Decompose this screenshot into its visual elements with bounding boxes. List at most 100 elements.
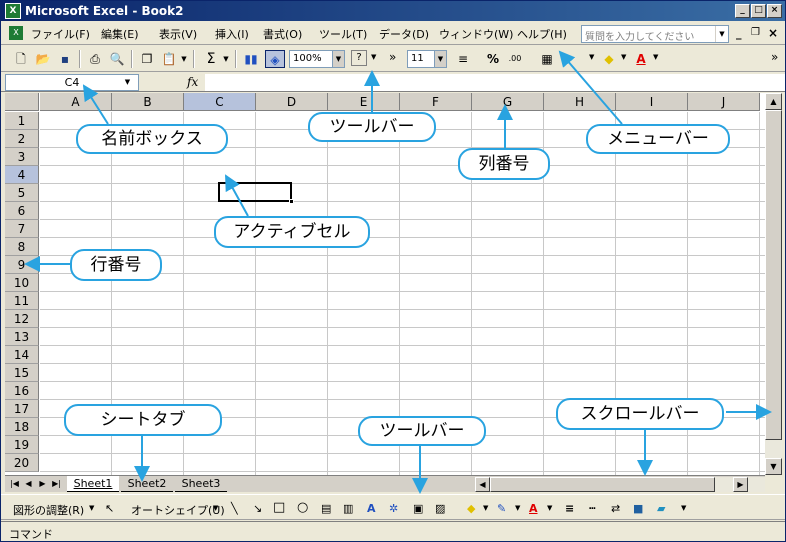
increase-decimal-icon[interactable]: .00 bbox=[505, 50, 525, 68]
chevron-down-icon[interactable]: ▼ bbox=[681, 504, 686, 512]
menu-view[interactable]: 表示(V) bbox=[159, 26, 197, 42]
row-header-14[interactable]: 14 bbox=[5, 346, 39, 364]
3d-icon[interactable]: ▰ bbox=[657, 502, 665, 515]
menu-help[interactable]: ヘルプ(H) bbox=[517, 26, 567, 42]
new-icon[interactable]: 🗋 bbox=[11, 50, 31, 68]
column-header-h[interactable]: H bbox=[544, 93, 616, 111]
line-icon[interactable]: ╲ bbox=[231, 502, 238, 515]
chevron-down-icon[interactable]: ▼ bbox=[483, 504, 488, 512]
autosum-icon[interactable]: Σ bbox=[201, 50, 221, 68]
row-header-15[interactable]: 15 bbox=[5, 364, 39, 382]
chevron-down-icon[interactable]: ▼ bbox=[715, 26, 728, 42]
horizontal-scrollbar[interactable]: ◀ ▶ bbox=[475, 477, 765, 492]
doc-minimize-button[interactable]: _ bbox=[736, 27, 742, 40]
select-pointer-icon[interactable]: ↖ bbox=[105, 502, 114, 515]
next-sheet-icon[interactable]: ▶ bbox=[37, 478, 48, 490]
textbox-icon[interactable]: ▤ bbox=[321, 502, 331, 515]
column-header-e[interactable]: E bbox=[328, 93, 400, 111]
arrow-style-icon[interactable]: ⇄ bbox=[611, 502, 620, 515]
scroll-thumb[interactable] bbox=[490, 477, 715, 492]
doc-close-button[interactable]: × bbox=[768, 26, 778, 40]
save-icon[interactable]: ▪ bbox=[55, 50, 75, 68]
line-style-icon[interactable]: ≡ bbox=[565, 502, 574, 515]
line-color-icon[interactable]: ✎ bbox=[497, 502, 506, 515]
doc-restore-button[interactable]: ❐ bbox=[751, 27, 760, 38]
chevron-down-icon[interactable]: ▼ bbox=[221, 50, 231, 68]
help-icon[interactable]: ? bbox=[351, 50, 367, 66]
row-header-4[interactable]: 4 bbox=[5, 166, 39, 184]
font-color-icon[interactable]: A bbox=[631, 50, 651, 68]
chevron-down-icon[interactable]: ▼ bbox=[332, 51, 344, 67]
menu-format[interactable]: 書式(O) bbox=[263, 26, 302, 42]
scroll-thumb[interactable] bbox=[765, 110, 782, 440]
print-icon[interactable]: ⎙ bbox=[85, 50, 105, 68]
menu-window[interactable]: ウィンドウ(W) bbox=[439, 26, 513, 42]
open-icon[interactable]: 📂 bbox=[33, 50, 53, 68]
chevron-down-icon[interactable]: ▼ bbox=[179, 50, 189, 68]
menu-file[interactable]: ファイル(F) bbox=[31, 26, 90, 42]
chevron-down-icon[interactable]: ▼ bbox=[515, 504, 520, 512]
row-header-7[interactable]: 7 bbox=[5, 220, 39, 238]
font-color-icon[interactable]: A bbox=[529, 502, 538, 515]
first-sheet-icon[interactable]: |◀ bbox=[9, 478, 20, 490]
dash-style-icon[interactable]: ┅ bbox=[589, 502, 596, 515]
chevron-down-icon[interactable]: ▼ bbox=[653, 53, 658, 61]
paste-icon[interactable]: 📋 bbox=[159, 50, 179, 68]
column-header-g[interactable]: G bbox=[472, 93, 544, 111]
menu-data[interactable]: データ(D) bbox=[379, 26, 429, 42]
column-header-a[interactable]: A bbox=[40, 93, 112, 111]
picture-icon[interactable]: ▨ bbox=[435, 502, 445, 515]
menu-insert[interactable]: 挿入(I) bbox=[215, 26, 249, 42]
drawing-icon[interactable]: ◈ bbox=[265, 50, 285, 68]
help-question-input[interactable]: 質問を入力してください ▼ bbox=[581, 25, 729, 43]
menu-edit[interactable]: 編集(E) bbox=[101, 26, 139, 42]
select-all-corner[interactable] bbox=[5, 93, 39, 111]
document-icon[interactable]: X bbox=[9, 26, 23, 40]
adjust-shapes-menu[interactable]: 図形の調整(R) bbox=[13, 502, 84, 518]
percent-icon[interactable]: % bbox=[483, 50, 503, 68]
scroll-down-icon[interactable]: ▼ bbox=[765, 458, 782, 475]
align-center-icon[interactable]: ≡ bbox=[453, 50, 473, 68]
diagram-icon[interactable]: ✲ bbox=[389, 502, 398, 515]
fill-handle[interactable] bbox=[289, 199, 294, 204]
column-header-d[interactable]: D bbox=[256, 93, 328, 111]
scroll-right-icon[interactable]: ▶ bbox=[733, 477, 748, 492]
function-icon[interactable]: fx bbox=[187, 75, 198, 89]
row-header-11[interactable]: 11 bbox=[5, 292, 39, 310]
borders-icon[interactable]: ▦ bbox=[537, 50, 557, 68]
maximize-button[interactable]: □ bbox=[751, 4, 766, 18]
chevron-down-icon[interactable]: ▼ bbox=[371, 53, 376, 61]
print-preview-icon[interactable]: 🔍 bbox=[107, 50, 127, 68]
toolbar-options-icon[interactable]: » bbox=[771, 50, 778, 64]
column-header-j[interactable]: J bbox=[688, 93, 760, 111]
vertical-scrollbar[interactable]: ▲ ▼ bbox=[765, 93, 782, 475]
chevron-down-icon[interactable]: ▼ bbox=[121, 75, 134, 90]
sheet-tab-3[interactable]: Sheet3 bbox=[175, 476, 227, 492]
sheet-tab-1[interactable]: Sheet1 bbox=[67, 476, 119, 492]
shadow-icon[interactable]: ■ bbox=[633, 502, 643, 515]
chevron-down-icon[interactable]: ▼ bbox=[621, 53, 626, 61]
row-header-16[interactable]: 16 bbox=[5, 382, 39, 400]
row-header-6[interactable]: 6 bbox=[5, 202, 39, 220]
row-header-10[interactable]: 10 bbox=[5, 274, 39, 292]
prev-sheet-icon[interactable]: ◀ bbox=[23, 478, 34, 490]
column-header-i[interactable]: I bbox=[616, 93, 688, 111]
row-header-3[interactable]: 3 bbox=[5, 148, 39, 166]
row-header-19[interactable]: 19 bbox=[5, 436, 39, 454]
toolbar-options-icon[interactable]: » bbox=[389, 50, 396, 64]
sheet-tab-2[interactable]: Sheet2 bbox=[121, 476, 173, 492]
column-header-f[interactable]: F bbox=[400, 93, 472, 111]
chevron-down-icon[interactable]: ▼ bbox=[89, 504, 94, 512]
oval-icon[interactable]: ○ bbox=[297, 500, 308, 515]
zoom-combo[interactable]: 100% ▼ bbox=[289, 50, 345, 68]
minimize-button[interactable]: _ bbox=[735, 4, 750, 18]
chevron-down-icon[interactable]: ▼ bbox=[589, 53, 594, 61]
column-header-c[interactable]: C bbox=[184, 93, 256, 111]
chart-wizard-icon[interactable]: ▮▮ bbox=[241, 50, 261, 68]
name-box[interactable]: C4 ▼ bbox=[5, 74, 139, 91]
clipart-icon[interactable]: ▣ bbox=[413, 502, 423, 515]
vertical-textbox-icon[interactable]: ▥ bbox=[343, 502, 353, 515]
scroll-up-icon[interactable]: ▲ bbox=[765, 93, 782, 110]
wordart-icon[interactable]: A bbox=[367, 502, 376, 515]
chevron-down-icon[interactable]: ▼ bbox=[547, 504, 552, 512]
